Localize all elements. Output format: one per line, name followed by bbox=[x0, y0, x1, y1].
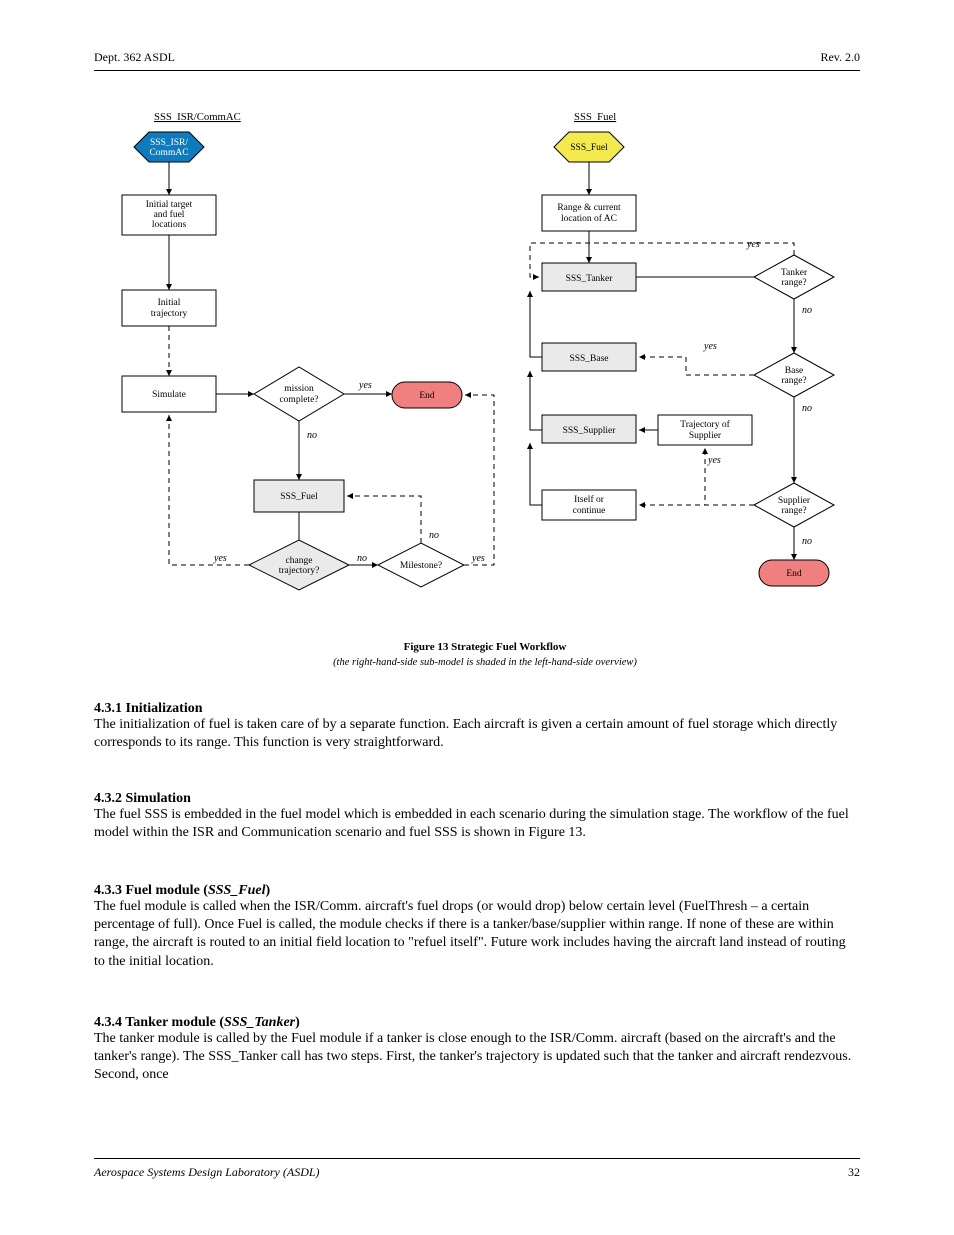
svg-text:no: no bbox=[802, 305, 812, 316]
svg-text:Itself or: Itself or bbox=[574, 494, 605, 505]
svg-text:location of AC: location of AC bbox=[561, 213, 617, 224]
svg-text:no: no bbox=[802, 403, 812, 414]
left-hex-l2: CommAC bbox=[149, 148, 188, 158]
svg-text:trajectory: trajectory bbox=[151, 309, 188, 319]
svg-text:yes: yes bbox=[707, 455, 721, 466]
left-hex-l1: SSS_ISR/ bbox=[150, 138, 188, 148]
svg-text:no: no bbox=[307, 430, 317, 441]
svg-text:Tanker: Tanker bbox=[781, 268, 808, 278]
svg-text:Simulate: Simulate bbox=[152, 390, 186, 400]
svg-text:Initial target: Initial target bbox=[146, 200, 193, 210]
svg-text:Base: Base bbox=[785, 366, 803, 376]
svg-text:yes: yes bbox=[471, 553, 485, 564]
svg-text:locations: locations bbox=[152, 220, 187, 230]
svg-text:Initial: Initial bbox=[158, 298, 181, 308]
svg-text:continue: continue bbox=[573, 506, 606, 516]
footer-left: Aerospace Systems Design Laboratory (ASD… bbox=[94, 1165, 320, 1180]
svg-text:complete?: complete? bbox=[279, 395, 318, 405]
header-dept: Dept. 362 ASDL bbox=[94, 50, 175, 65]
left-d1 bbox=[254, 367, 344, 421]
fig-caption: Figure 13 Strategic Fuel Workflow bbox=[404, 641, 567, 653]
svg-text:range?: range? bbox=[781, 278, 806, 288]
sec-433-body: The fuel module is called when the ISR/C… bbox=[94, 898, 860, 971]
svg-text:yes: yes bbox=[358, 380, 372, 391]
svg-text:yes: yes bbox=[746, 239, 760, 250]
svg-text:no: no bbox=[357, 553, 367, 564]
svg-text:mission: mission bbox=[284, 384, 314, 394]
svg-text:SSS_Fuel: SSS_Fuel bbox=[280, 492, 318, 502]
svg-text:SSS_Supplier: SSS_Supplier bbox=[563, 426, 617, 436]
fig-subcaption: (the right-hand-side sub-model is shaded… bbox=[333, 657, 637, 668]
left-title: SSS_ISR/CommAC bbox=[154, 111, 241, 123]
svg-text:End: End bbox=[786, 569, 802, 579]
svg-text:no: no bbox=[429, 530, 439, 541]
sec-432-body: The fuel SSS is embedded in the fuel mod… bbox=[94, 806, 860, 842]
svg-text:no: no bbox=[802, 536, 812, 547]
svg-text:trajectory?: trajectory? bbox=[279, 566, 320, 576]
svg-text:SSS_Tanker: SSS_Tanker bbox=[566, 274, 614, 284]
footer-right: 32 bbox=[848, 1165, 860, 1180]
svg-text:Range & current: Range & current bbox=[557, 203, 621, 213]
sec-434-body: The tanker module is called by the Fuel … bbox=[94, 1030, 860, 1085]
header-rev: Rev. 2.0 bbox=[820, 50, 860, 65]
svg-text:yes: yes bbox=[703, 341, 717, 352]
svg-text:range?: range? bbox=[781, 376, 806, 386]
sec-431-body: The initialization of fuel is taken care… bbox=[94, 716, 860, 752]
figure-flow: line,polyline{stroke:#000;stroke-width:1… bbox=[94, 95, 876, 690]
svg-text:Trajectory of: Trajectory of bbox=[680, 419, 730, 430]
right-title: SSS_Fuel bbox=[574, 111, 616, 123]
svg-text:change: change bbox=[286, 556, 313, 566]
svg-text:range?: range? bbox=[781, 506, 806, 516]
svg-text:End: End bbox=[419, 391, 435, 401]
svg-text:and fuel: and fuel bbox=[154, 209, 185, 220]
svg-text:SSS_Base: SSS_Base bbox=[569, 354, 608, 364]
svg-text:SSS_Fuel: SSS_Fuel bbox=[570, 143, 608, 153]
right-box1 bbox=[542, 195, 636, 231]
svg-text:Supplier: Supplier bbox=[778, 496, 811, 506]
left-box2 bbox=[122, 290, 216, 326]
svg-text:yes: yes bbox=[213, 553, 227, 564]
svg-text:Supplier: Supplier bbox=[689, 431, 722, 441]
svg-text:Milestone?: Milestone? bbox=[400, 561, 442, 571]
